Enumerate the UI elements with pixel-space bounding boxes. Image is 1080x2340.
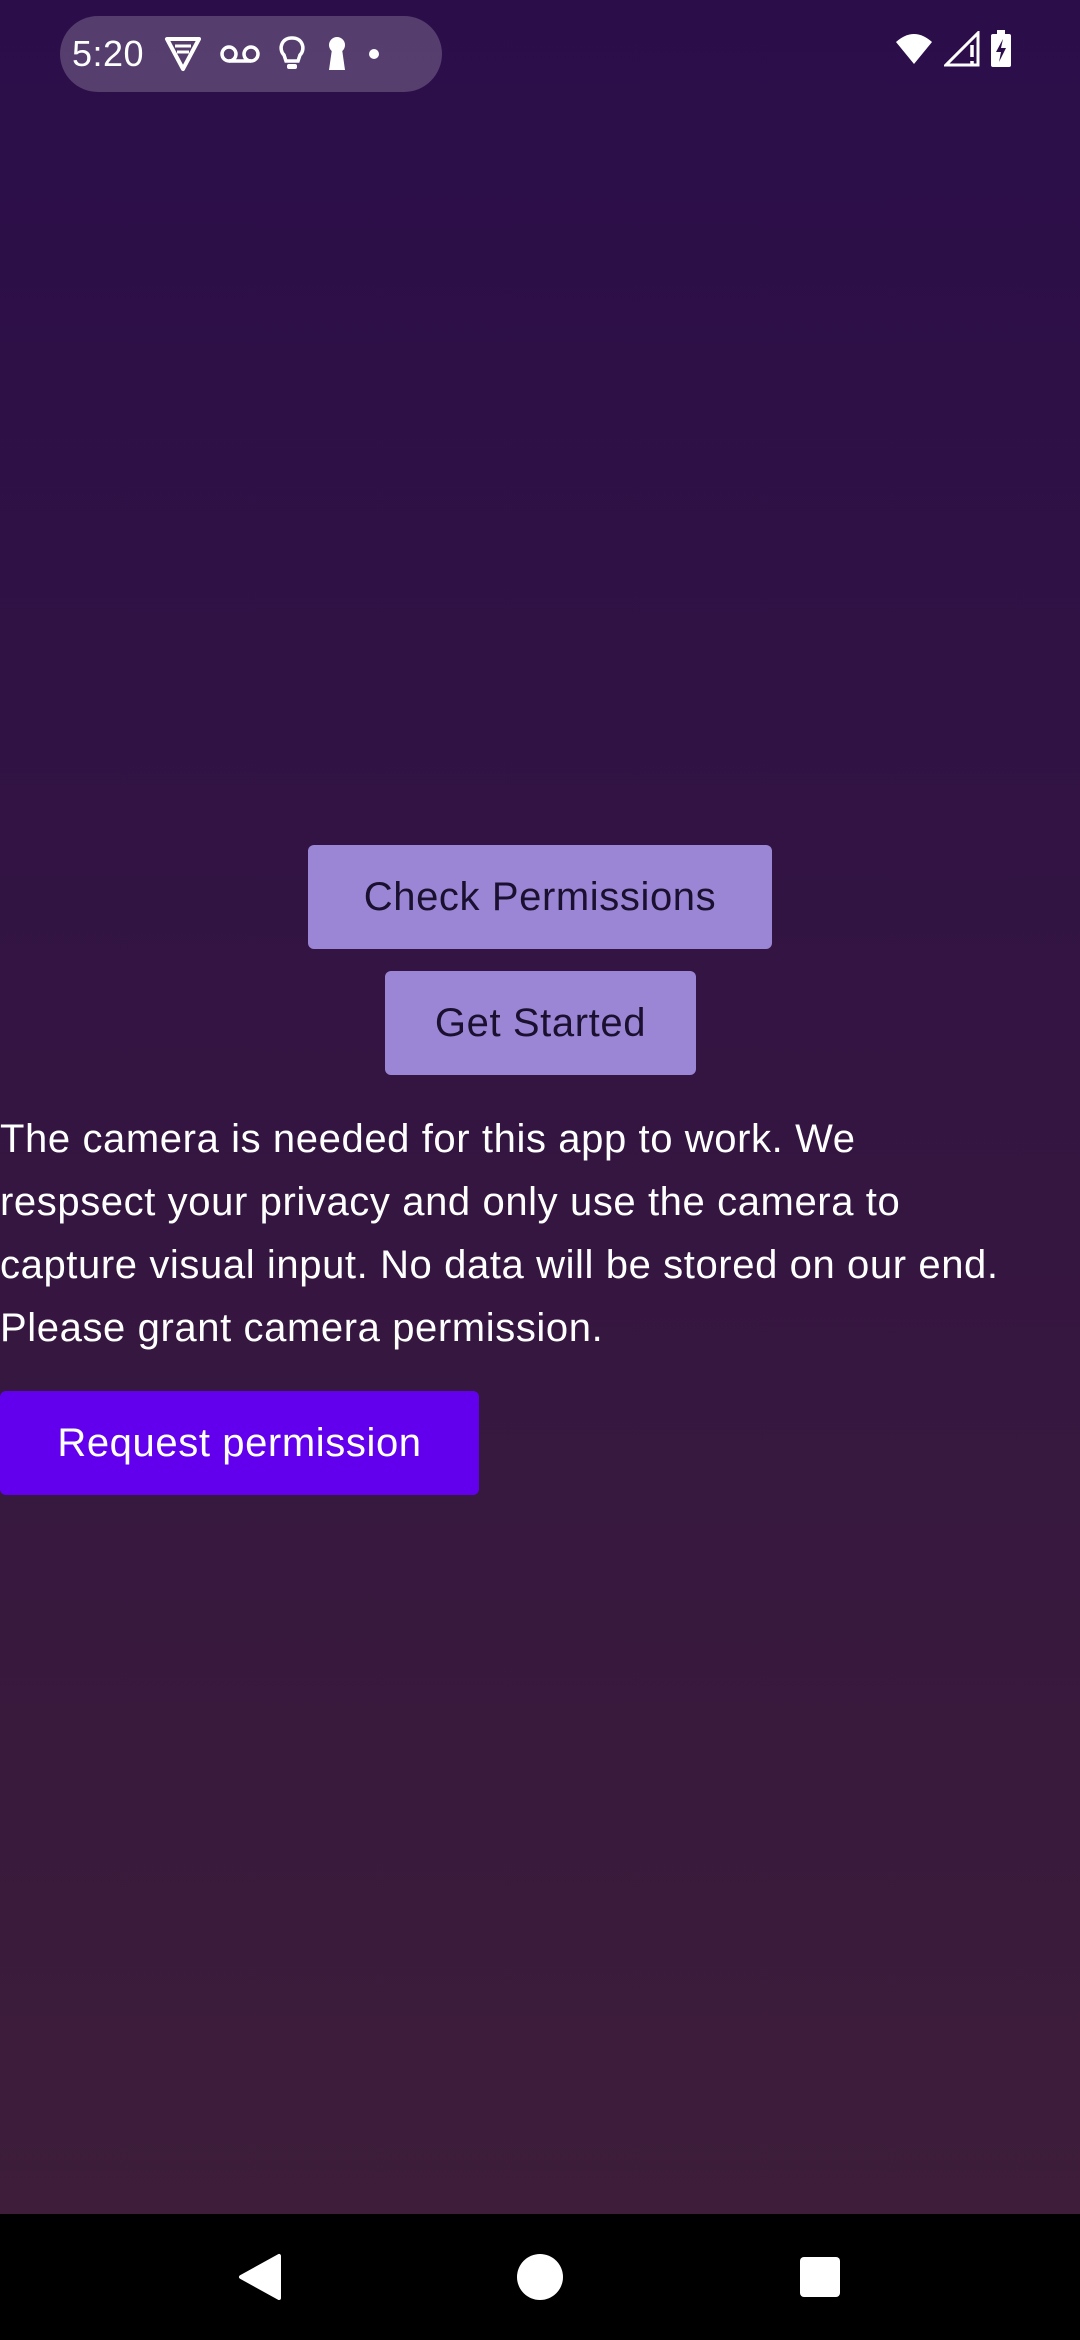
recents-icon[interactable] (760, 2214, 880, 2340)
back-icon[interactable] (200, 2214, 320, 2340)
message-line: respsect your privacy and only use the c… (0, 1180, 901, 1224)
message-line: Please grant camera permission. (0, 1306, 604, 1350)
vpn-shield-icon (164, 34, 202, 74)
message-line: capture visual input. No data will be st… (0, 1243, 999, 1287)
navigation-bar (0, 2214, 1080, 2340)
status-time: 5:20 (72, 33, 145, 74)
battery-charging-icon (990, 30, 1012, 73)
voicemail-icon (220, 34, 260, 74)
wifi-icon (894, 32, 934, 71)
request-permission-button[interactable]: Request permission (0, 1391, 479, 1495)
camera-permission-message: The camera is needed for this app to wor… (0, 1108, 1080, 1360)
lightbulb-icon (278, 34, 306, 74)
get-started-button[interactable]: Get Started (385, 971, 696, 1075)
app-screen: 5:20 Check Permissions Get Started The c… (0, 0, 1080, 2340)
keyhole-icon (324, 34, 350, 74)
message-line: The camera is needed for this app to wor… (0, 1117, 856, 1161)
home-icon[interactable] (480, 2214, 600, 2340)
dot-icon (368, 34, 380, 74)
status-bar-right (894, 29, 1012, 73)
check-permissions-button[interactable]: Check Permissions (308, 845, 772, 949)
cell-signal-icon (942, 29, 980, 72)
status-bar-left: 5:20 (60, 16, 442, 92)
